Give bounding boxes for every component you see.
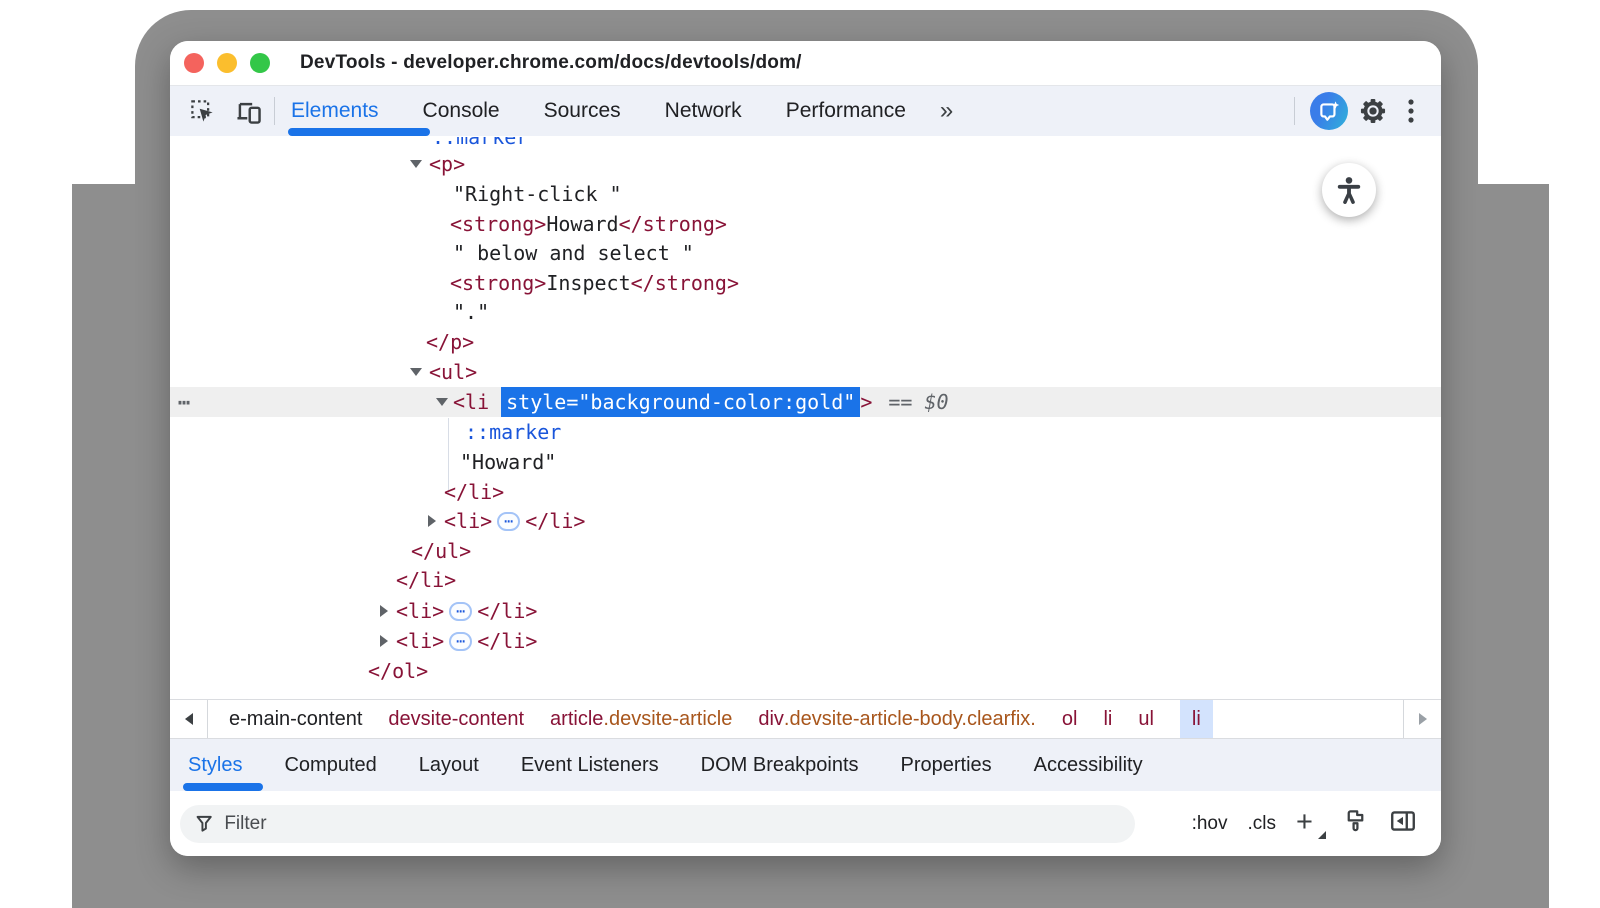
- ai-assistance-icon: [1310, 92, 1348, 130]
- dom-breadcrumb-bar: e-main-content devsite-content article.d…: [170, 699, 1441, 739]
- tree-row-strong-inspect[interactable]: <strong>Inspect</strong>: [170, 268, 1441, 298]
- crumb-article[interactable]: article.devsite-article: [550, 700, 732, 738]
- panel-tab-strip: Elements Console Sources Network Perform…: [291, 99, 906, 123]
- tab-accessibility[interactable]: Accessibility: [1034, 754, 1143, 777]
- tree-row-collapsed-li[interactable]: <li>⋯</li>: [170, 506, 1441, 536]
- tree-row-marker[interactable]: ::marker: [170, 417, 1441, 447]
- collapse-arrow-icon[interactable]: [436, 398, 448, 406]
- breadcrumb-scroll-left-button[interactable]: [170, 700, 208, 738]
- devtools-window: DevTools - developer.chrome.com/docs/dev…: [170, 41, 1441, 856]
- toggle-class-button[interactable]: .cls: [1248, 813, 1277, 835]
- expand-arrow-icon[interactable]: [428, 515, 436, 527]
- breadcrumb: e-main-content devsite-content article.d…: [208, 700, 1213, 738]
- collapse-arrow-icon[interactable]: [410, 160, 422, 168]
- tab-event-listeners[interactable]: Event Listeners: [521, 754, 659, 777]
- paint-brush-icon: [1342, 808, 1369, 835]
- toggle-hover-state-button[interactable]: :hov: [1192, 813, 1228, 835]
- plus-icon: +: [1296, 806, 1313, 838]
- tree-row-li-close[interactable]: </li>: [170, 565, 1441, 595]
- tree-row-strong-howard[interactable]: <strong>Howard</strong>: [170, 209, 1441, 239]
- dropdown-corner-icon: [1318, 831, 1326, 839]
- tab-computed[interactable]: Computed: [284, 754, 376, 777]
- tab-styles[interactable]: Styles: [188, 754, 242, 777]
- filter-funnel-icon: [194, 813, 214, 834]
- styles-filter-bar: :hov .cls +: [170, 791, 1441, 856]
- tree-row-text[interactable]: "Right-click ": [170, 179, 1441, 209]
- sidebar-tab-strip: Styles Computed Layout Event Listeners D…: [170, 739, 1441, 791]
- tab-sources[interactable]: Sources: [544, 99, 621, 123]
- ai-assistance-button[interactable]: [1307, 95, 1351, 127]
- crumb-main-content[interactable]: e-main-content: [229, 700, 362, 738]
- close-window-button[interactable]: [184, 53, 204, 73]
- title-bar: DevTools - developer.chrome.com/docs/dev…: [170, 41, 1441, 86]
- dollar-zero-badge: $0: [924, 390, 948, 414]
- window-title: DevTools - developer.chrome.com/docs/dev…: [300, 52, 802, 74]
- dom-tree-panel[interactable]: ::marker <p> "Right-click " <strong>Howa…: [170, 137, 1441, 699]
- tree-row-collapsed-li[interactable]: <li>⋯</li>: [170, 626, 1441, 656]
- elements-tab-active-underline: [288, 128, 430, 136]
- maximize-window-button[interactable]: [250, 53, 270, 73]
- tree-row-p-close[interactable]: </p>: [170, 327, 1441, 357]
- accessibility-person-icon: [1333, 174, 1365, 206]
- inspect-cursor-icon: [189, 98, 216, 125]
- toolbar-divider: [274, 97, 275, 125]
- breadcrumb-scroll-right-button[interactable]: [1403, 700, 1441, 738]
- inspect-element-button[interactable]: [186, 95, 218, 127]
- node-more-actions[interactable]: ⋯: [178, 387, 191, 417]
- toolbar-right-divider: [1294, 97, 1295, 125]
- rendering-emulation-button[interactable]: [1342, 808, 1369, 840]
- gear-icon: [1359, 97, 1387, 125]
- tree-row-collapsed-li[interactable]: <li>⋯</li>: [170, 596, 1441, 626]
- chevron-left-icon: [185, 713, 193, 725]
- toolbar-right-group: [1284, 86, 1441, 136]
- illustration-stage: DevTools - developer.chrome.com/docs/dev…: [0, 0, 1600, 908]
- expand-children-pill[interactable]: ⋯: [449, 632, 472, 651]
- expand-children-pill[interactable]: ⋯: [449, 602, 472, 621]
- crumb-div-article-body[interactable]: div.devsite-article-body.clearfix.: [758, 700, 1036, 738]
- expand-children-pill[interactable]: ⋯: [497, 512, 520, 531]
- new-style-rule-button[interactable]: +: [1296, 809, 1322, 839]
- device-toolbar-icon: [234, 98, 263, 125]
- kebab-menu-icon: [1407, 97, 1415, 125]
- dock-panel-icon: [1389, 807, 1417, 835]
- tab-layout[interactable]: Layout: [419, 754, 479, 777]
- tree-row-ul-open[interactable]: <ul>: [170, 357, 1441, 387]
- crumb-ol[interactable]: ol: [1062, 700, 1078, 738]
- crumb-li-selected[interactable]: li: [1180, 700, 1213, 738]
- window-controls: [184, 53, 270, 73]
- tree-row-text[interactable]: " below and select ": [170, 238, 1441, 268]
- chevron-right-icon: [1419, 713, 1427, 725]
- settings-button[interactable]: [1357, 95, 1389, 127]
- tab-performance[interactable]: Performance: [786, 99, 906, 123]
- tree-row-li-close[interactable]: </li>: [170, 477, 1441, 507]
- tab-dom-breakpoints[interactable]: DOM Breakpoints: [701, 754, 859, 777]
- attribute-edit-selection[interactable]: style="background-color:gold": [501, 387, 860, 417]
- toggle-sidebar-button[interactable]: [1389, 807, 1417, 840]
- minimize-window-button[interactable]: [217, 53, 237, 73]
- tab-elements[interactable]: Elements: [291, 99, 379, 123]
- crumb-devsite-content[interactable]: devsite-content: [388, 700, 524, 738]
- tree-row-text[interactable]: ".": [170, 297, 1441, 327]
- crumb-ul[interactable]: ul: [1138, 700, 1154, 738]
- tree-row-ul-close[interactable]: </ul>: [170, 536, 1441, 566]
- collapse-arrow-icon[interactable]: [410, 368, 422, 376]
- filter-bar-controls: :hov .cls +: [1192, 807, 1417, 840]
- filter-input[interactable]: [224, 813, 1121, 835]
- styles-filter-field[interactable]: [180, 805, 1135, 843]
- more-tabs-chevron[interactable]: »: [940, 97, 953, 125]
- tree-row-selected-li[interactable]: ⋯ <listyle="background-color:gold">==$0: [170, 387, 1441, 417]
- tree-row-text[interactable]: "Howard": [170, 447, 1441, 477]
- tree-row-ol-close[interactable]: </ol>: [170, 656, 1441, 686]
- expand-arrow-icon[interactable]: [380, 605, 388, 617]
- tab-properties[interactable]: Properties: [901, 754, 992, 777]
- styles-tab-active-underline: [183, 783, 263, 791]
- tab-network[interactable]: Network: [665, 99, 742, 123]
- tab-console[interactable]: Console: [423, 99, 500, 123]
- toggle-device-toolbar-button[interactable]: [232, 95, 264, 127]
- crumb-li[interactable]: li: [1103, 700, 1112, 738]
- page-accessibility-button[interactable]: [1322, 163, 1376, 217]
- main-menu-button[interactable]: [1395, 95, 1427, 127]
- tree-row-p-open[interactable]: <p>: [170, 149, 1441, 179]
- expand-arrow-icon[interactable]: [380, 635, 388, 647]
